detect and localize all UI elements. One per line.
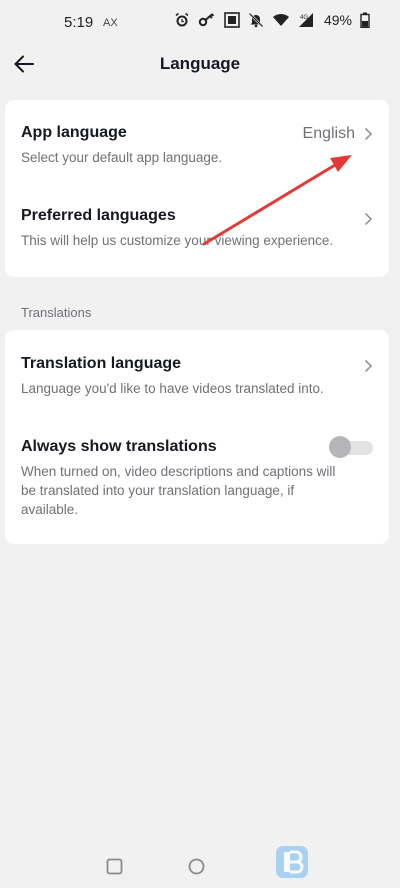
always-show-translations-toggle[interactable] xyxy=(329,436,373,458)
recents-square-icon xyxy=(106,858,123,875)
translation-language-description: Language you'd like to have videos trans… xyxy=(21,381,324,396)
signal-4g-icon: 4G xyxy=(298,12,314,28)
home-circle-icon xyxy=(188,858,205,875)
chevron-right-icon xyxy=(364,359,373,373)
app-language-description: Select your default app language. xyxy=(21,150,223,165)
app-language-card: App language Select your default app lan… xyxy=(5,100,389,277)
mute-icon xyxy=(248,12,264,28)
status-bar: 5:19 AX 4G 49% xyxy=(0,0,400,46)
preferred-languages-row[interactable]: Preferred languages This will help us cu… xyxy=(21,207,373,267)
chevron-right-icon xyxy=(364,212,373,226)
app-language-row[interactable]: App language Select your default app lan… xyxy=(21,124,373,184)
translation-language-row[interactable]: Translation language Language you'd like… xyxy=(21,355,373,415)
preferred-languages-description: This will help us customize your viewing… xyxy=(21,233,334,248)
recents-button[interactable] xyxy=(106,858,123,880)
nfc-icon xyxy=(224,12,240,28)
page-title: Language xyxy=(159,54,241,73)
battery-percent: 49% xyxy=(323,12,352,28)
svg-text:4G: 4G xyxy=(300,15,308,21)
always-show-translations-row: Always show translations When turned on,… xyxy=(21,436,373,528)
status-time: 5:19 xyxy=(64,14,94,31)
status-carrier: AX xyxy=(103,17,118,29)
always-show-translations-description: When turned on, video descriptions and c… xyxy=(21,464,336,517)
watermark-icon xyxy=(276,846,308,878)
status-icons: 4G 49% xyxy=(174,12,370,28)
translations-card: Translation language Language you'd like… xyxy=(5,330,389,544)
preferred-languages-title: Preferred languages xyxy=(21,207,176,224)
header: Language xyxy=(0,46,400,82)
app-language-value: English xyxy=(302,125,355,142)
alarm-icon xyxy=(174,12,190,28)
key-icon xyxy=(198,12,216,28)
wifi-icon xyxy=(272,12,290,28)
home-button[interactable] xyxy=(188,858,205,880)
battery-icon xyxy=(360,12,370,28)
always-show-translations-title: Always show translations xyxy=(21,438,217,455)
translation-language-title: Translation language xyxy=(21,355,182,372)
chevron-right-icon xyxy=(364,127,373,141)
translations-section-label: Translations xyxy=(21,305,92,320)
watermark-logo xyxy=(270,842,366,882)
toggle-knob xyxy=(329,436,351,458)
